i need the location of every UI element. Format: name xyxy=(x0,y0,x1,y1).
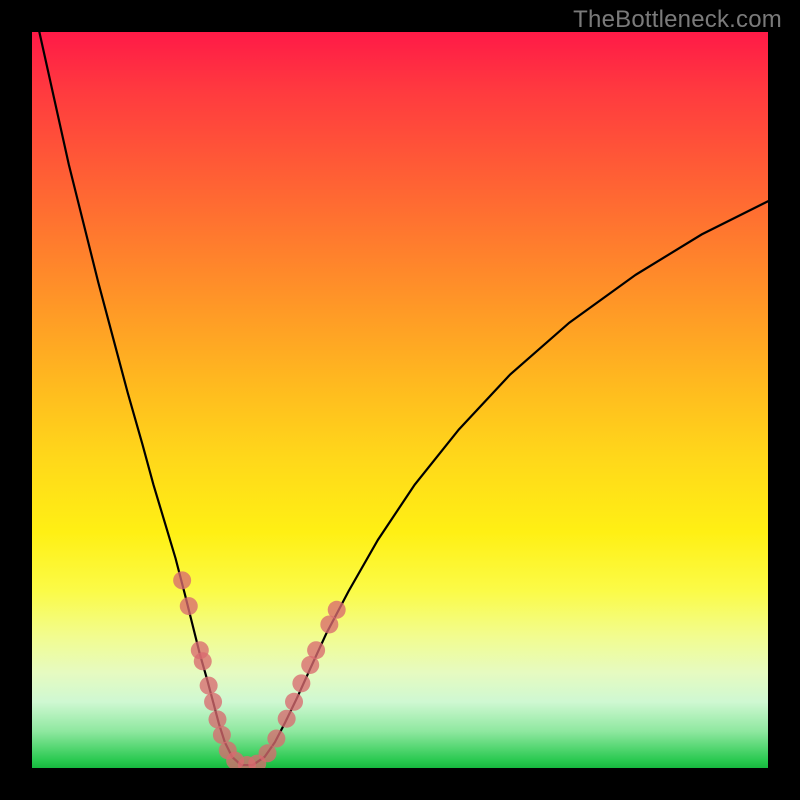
bottleneck-curve xyxy=(39,32,768,765)
watermark-text: TheBottleneck.com xyxy=(573,6,782,34)
data-point xyxy=(292,674,310,692)
data-point xyxy=(194,652,212,670)
data-point xyxy=(173,571,191,589)
plot-area xyxy=(32,32,768,768)
data-point xyxy=(307,641,325,659)
data-point xyxy=(285,693,303,711)
data-point xyxy=(204,693,222,711)
data-point xyxy=(200,677,218,695)
data-point xyxy=(267,730,285,748)
data-point xyxy=(278,710,296,728)
data-point xyxy=(328,601,346,619)
data-dots xyxy=(173,571,346,768)
data-point xyxy=(180,597,198,615)
chart-frame: TheBottleneck.com xyxy=(0,0,800,800)
data-point xyxy=(208,710,226,728)
data-point xyxy=(213,726,231,744)
curve-layer xyxy=(32,32,768,768)
